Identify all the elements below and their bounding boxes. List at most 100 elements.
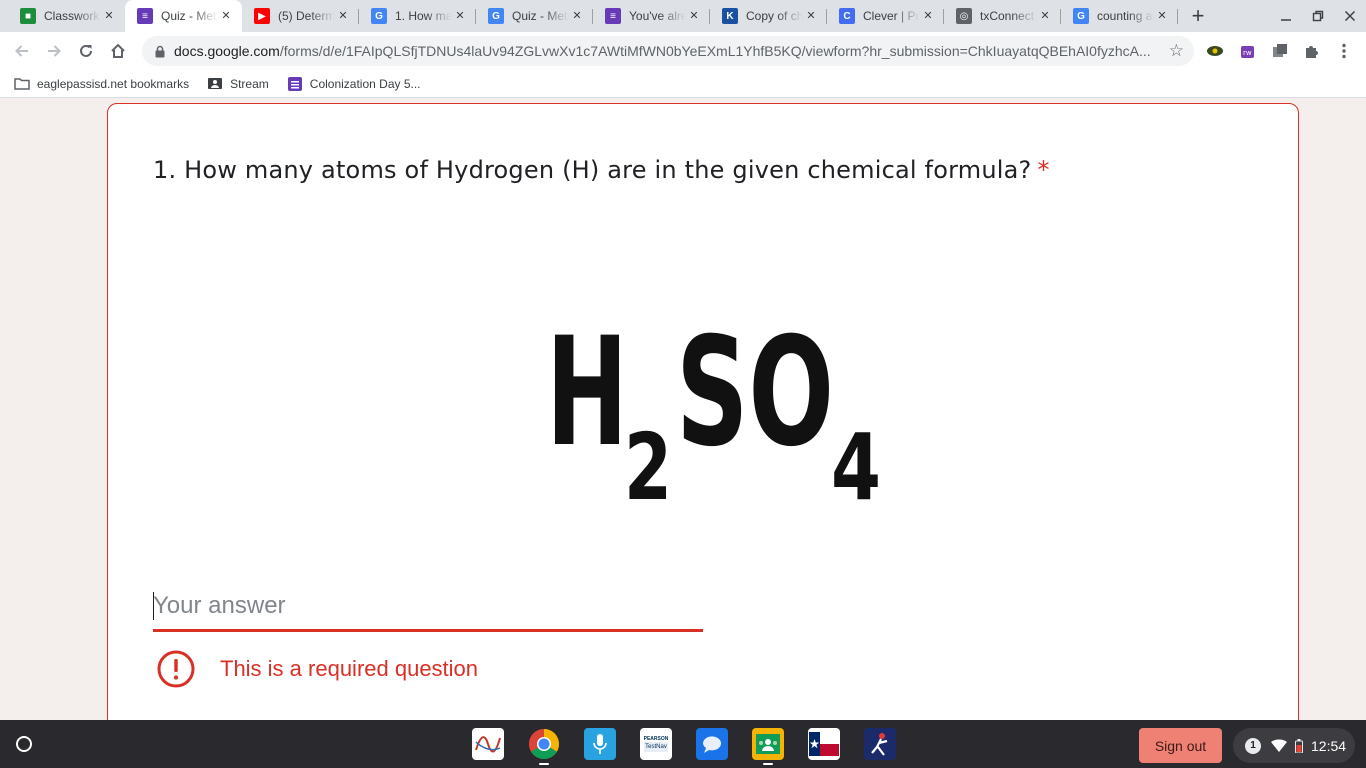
svg-text:rw: rw	[1243, 49, 1252, 57]
close-tab-icon[interactable]: ✕	[218, 8, 234, 24]
back-arrow-icon	[15, 45, 28, 57]
reload-icon	[80, 44, 92, 57]
browser-tab[interactable]: ≡ You've already✕	[593, 0, 710, 32]
bookmark-star-icon[interactable]: ☆	[1169, 41, 1184, 61]
close-window-button[interactable]	[1334, 0, 1366, 32]
google-classroom-app-icon[interactable]	[752, 728, 784, 765]
back-button[interactable]	[8, 37, 36, 65]
extensions-puzzle-icon[interactable]	[1302, 41, 1322, 61]
validation-error: This is a required question	[156, 649, 478, 689]
close-tab-icon[interactable]: ✕	[569, 8, 585, 24]
sign-out-button[interactable]: Sign out	[1139, 728, 1222, 763]
browser-tab[interactable]: C Clever | Portal✕	[827, 0, 944, 32]
google-classroom-icon: ■	[20, 8, 36, 24]
error-alert-icon	[157, 650, 195, 688]
form-page: 1. How many atoms of Hydrogen (H) are in…	[0, 98, 1366, 720]
browser-tab[interactable]: ◎ txConnect ✕	[944, 0, 1061, 32]
google-g-icon: G	[1073, 8, 1089, 24]
tab-title: Clever | Portal	[863, 9, 920, 23]
tab-title: counting atoms	[1097, 9, 1154, 23]
bookmark-eaglepassisd[interactable]: eaglepassisd.net bookmarks	[14, 77, 189, 91]
notification-count-badge: 1	[1245, 737, 1261, 754]
extension-stack-icon[interactable]	[1270, 41, 1290, 61]
error-message: This is a required question	[220, 656, 479, 681]
tab-title: Classwork	[44, 9, 100, 23]
address-bar[interactable]: docs.google.com/forms/d/e/1FAIpQLSfjTDNU…	[142, 36, 1194, 66]
browser-tab[interactable]: ▶ (5) Determine✕	[242, 0, 359, 32]
google-forms-icon	[287, 76, 303, 91]
desmos-app-icon[interactable]	[472, 728, 504, 760]
battery-icon	[1295, 738, 1303, 753]
testnav-label: TestNav	[644, 742, 668, 752]
formula-element-h: H	[546, 309, 628, 480]
launcher-circle-icon	[16, 736, 32, 752]
question-card: 1. How many atoms of Hydrogen (H) are in…	[107, 103, 1299, 720]
tab-list: ■Classwork✕≡Quiz - Metric✕▶(5) Determine…	[0, 0, 1178, 32]
required-asterisk: *	[1037, 156, 1050, 184]
texas-app-icon[interactable]	[808, 728, 840, 760]
globe-icon: ◎	[956, 8, 972, 24]
question-text: 1. How many atoms of Hydrogen (H) are in…	[153, 156, 1032, 184]
messages-app-icon[interactable]	[696, 728, 728, 760]
chrome-app-icon[interactable]	[528, 728, 560, 765]
voice-typing-app-icon[interactable]	[584, 728, 616, 760]
reload-button[interactable]	[72, 37, 100, 65]
text-caret	[153, 592, 154, 620]
launcher-button[interactable]	[10, 730, 38, 758]
close-tab-icon[interactable]: ✕	[452, 8, 468, 24]
browser-tab[interactable]: Gcounting atoms✕	[1061, 0, 1178, 32]
status-tray[interactable]: 1 12:54	[1233, 728, 1355, 763]
tab-title: txConnect	[980, 9, 1035, 23]
tab-title: 1. How many	[395, 9, 452, 23]
tab-title: You've already	[629, 9, 686, 23]
bookmark-label: Colonization Day 5...	[309, 76, 421, 91]
browser-tab[interactable]: G Quiz - Metric✕	[476, 0, 593, 32]
browser-toolbar: docs.google.com/forms/d/e/1FAIpQLSfjTDNU…	[0, 32, 1366, 70]
minimize-window-button[interactable]	[1270, 0, 1302, 32]
restore-window-button[interactable]	[1302, 0, 1334, 32]
tab-title: Quiz - Metric	[512, 9, 569, 23]
google-forms-icon: ≡	[137, 8, 153, 24]
browser-tab[interactable]: G 1. How many✕	[359, 0, 476, 32]
bookmark-label: eaglepassisd.net bookmarks	[37, 76, 190, 91]
youtube-icon: ▶	[254, 8, 270, 24]
bookmarks-bar: eaglepassisd.net bookmarks Stream Coloni…	[0, 70, 1366, 98]
tab-title: Copy of chemical	[746, 9, 803, 23]
bookmark-stream[interactable]: Stream	[207, 77, 269, 91]
tab-strip: ■Classwork✕≡Quiz - Metric✕▶(5) Determine…	[0, 0, 1366, 32]
close-tab-icon[interactable]: ✕	[335, 8, 351, 24]
clever-icon: C	[839, 8, 855, 24]
bookmark-colonization[interactable]: Colonization Day 5...	[287, 76, 421, 91]
close-tab-icon[interactable]: ✕	[1154, 8, 1170, 24]
close-tab-icon[interactable]: ✕	[101, 8, 117, 24]
dance-app-icon[interactable]	[864, 728, 896, 760]
answer-field-wrapper	[153, 584, 703, 632]
browser-tab[interactable]: ■ Classwork ✕	[8, 0, 125, 32]
restore-icon	[1312, 10, 1324, 22]
pearson-testnav-app-icon[interactable]: PEARSON TestNav	[640, 728, 672, 760]
forward-button[interactable]	[40, 37, 68, 65]
formula-subscript-4: 4	[831, 414, 881, 519]
close-tab-icon[interactable]: ✕	[920, 8, 936, 24]
home-button[interactable]	[104, 37, 132, 65]
home-icon	[111, 43, 125, 58]
tab-title: Quiz - Metric	[161, 9, 218, 23]
browser-tab[interactable]: ≡ Quiz - Metric✕	[125, 0, 242, 32]
browser-menu-icon[interactable]	[1334, 41, 1354, 61]
close-tab-icon[interactable]: ✕	[1037, 8, 1053, 24]
google-g-icon: G	[488, 8, 504, 24]
google-g-icon: G	[371, 8, 387, 24]
running-indicator	[763, 763, 773, 765]
close-icon	[1344, 10, 1356, 22]
answer-input[interactable]	[153, 584, 703, 628]
extension-puzzle-purple-icon[interactable]: rw	[1238, 41, 1258, 61]
bookmark-label: Stream	[230, 76, 269, 91]
browser-tab[interactable]: K Copy of chemical✕	[710, 0, 827, 32]
minimize-icon	[1281, 19, 1291, 21]
close-tab-icon[interactable]: ✕	[686, 8, 702, 24]
stream-icon	[207, 77, 223, 91]
extension-eye-icon[interactable]	[1205, 41, 1225, 61]
formula-subscript-2: 2	[624, 414, 672, 519]
close-tab-icon[interactable]: ✕	[803, 8, 819, 24]
new-tab-button[interactable]: +	[1184, 0, 1212, 32]
